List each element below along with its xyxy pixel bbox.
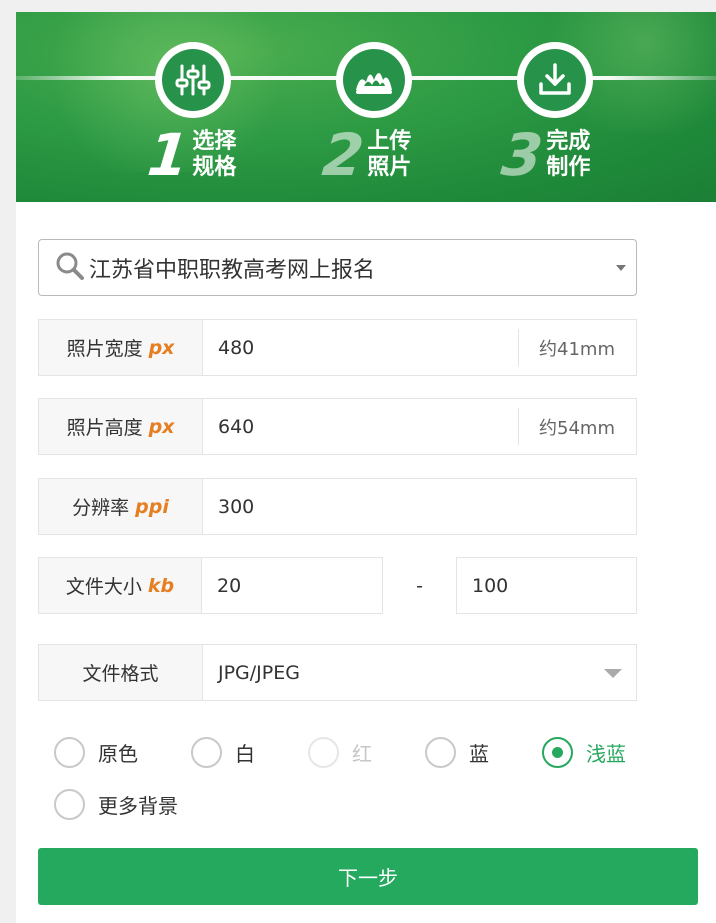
step-3-text-line1: 完成	[546, 129, 591, 154]
width-mm-text: 约41mm	[518, 320, 636, 375]
bg-option-original[interactable]: 原色	[54, 736, 138, 768]
chevron-down-icon[interactable]	[616, 264, 626, 271]
resolution-input[interactable]: 300	[203, 479, 636, 534]
spec-select-value: 江苏省中职职教高考网上报名	[89, 257, 376, 283]
chevron-down-icon[interactable]	[604, 668, 622, 678]
bg-option-white[interactable]: 白	[191, 736, 255, 768]
bg-option-label: 蓝	[469, 741, 489, 766]
step-2-text-line2: 照片	[367, 155, 412, 180]
width-label-text: 照片宽度	[66, 338, 143, 360]
bg-option-blue[interactable]: 蓝	[425, 736, 489, 768]
radio-icon[interactable]	[54, 736, 85, 768]
resolution-unit: ppi	[135, 495, 169, 518]
width-input[interactable]: 480	[203, 320, 518, 375]
resolution-row: 分辨率 ppi 300	[38, 478, 637, 535]
file-size-min-input[interactable]: 20	[202, 557, 383, 614]
height-input[interactable]: 640	[203, 399, 518, 454]
resolution-label: 分辨率 ppi	[39, 479, 203, 534]
download-icon	[539, 63, 571, 95]
format-select[interactable]: JPG/JPEG	[203, 645, 636, 700]
step-2-text-line1: 上传	[367, 129, 412, 154]
width-unit: px	[148, 336, 175, 359]
photo-icon	[356, 73, 392, 94]
step-3-circle	[517, 42, 593, 118]
step-3-label: 3 完成 制作	[498, 121, 591, 189]
file-size-unit: kb	[147, 574, 175, 597]
page-panel: 1 选择 规格 2 上传 照片 3 完成 制作 江苏省中职职教高考网上报名 照片…	[16, 12, 716, 923]
file-size-separator: -	[416, 574, 423, 597]
radio-checked-icon[interactable]	[542, 736, 573, 768]
height-unit: px	[148, 415, 175, 438]
bg-option-label: 原色	[98, 741, 138, 766]
file-size-max-input[interactable]: 100	[456, 557, 637, 614]
height-label: 照片高度 px	[39, 399, 203, 454]
next-step-button[interactable]: 下一步	[38, 848, 698, 905]
sliders-icon	[175, 64, 211, 96]
steps-banner: 1 选择 规格 2 上传 照片 3 完成 制作	[16, 12, 716, 202]
step-3-number: 3	[498, 121, 546, 189]
step-1-circle	[155, 42, 231, 118]
radio-icon[interactable]	[191, 736, 222, 768]
step-2-number: 2	[319, 121, 367, 189]
format-row: 文件格式 JPG/JPEG	[38, 644, 637, 701]
height-row: 照片高度 px 640 约54mm	[38, 398, 637, 455]
step-3-text-line2: 制作	[546, 155, 591, 180]
bg-option-label: 白	[235, 741, 255, 766]
bg-option-label: 更多背景	[98, 793, 178, 818]
format-label: 文件格式	[39, 645, 203, 700]
bg-option-red: 红	[308, 736, 372, 768]
radio-icon[interactable]	[425, 736, 456, 768]
step-2-label: 2 上传 照片	[319, 121, 412, 189]
file-size-row: 文件大小 kb 20 - 100	[38, 557, 637, 614]
step-1-text-line1: 选择	[192, 129, 237, 154]
file-size-label-text: 文件大小	[65, 576, 142, 598]
radio-icon[interactable]	[54, 788, 85, 820]
height-label-text: 照片高度	[66, 417, 143, 439]
bg-option-label: 红	[352, 741, 372, 766]
step-1-number: 1	[144, 121, 192, 189]
search-icon	[55, 251, 85, 285]
bg-option-light-blue[interactable]: 浅蓝	[542, 736, 626, 768]
radio-icon	[308, 736, 339, 768]
format-select-value: JPG/JPEG	[218, 661, 300, 684]
height-mm-text: 约54mm	[518, 399, 636, 454]
resolution-label-text: 分辨率	[72, 497, 130, 519]
width-label: 照片宽度 px	[39, 320, 203, 375]
step-1-label: 1 选择 规格	[144, 121, 237, 189]
file-size-label: 文件大小 kb	[38, 557, 202, 614]
spec-search-select[interactable]: 江苏省中职职教高考网上报名	[38, 239, 637, 296]
width-row: 照片宽度 px 480 约41mm	[38, 319, 637, 376]
bg-option-label: 浅蓝	[586, 741, 626, 766]
step-1-text-line2: 规格	[192, 155, 237, 180]
bg-option-more[interactable]: 更多背景	[54, 788, 178, 820]
step-2-circle	[336, 42, 412, 118]
